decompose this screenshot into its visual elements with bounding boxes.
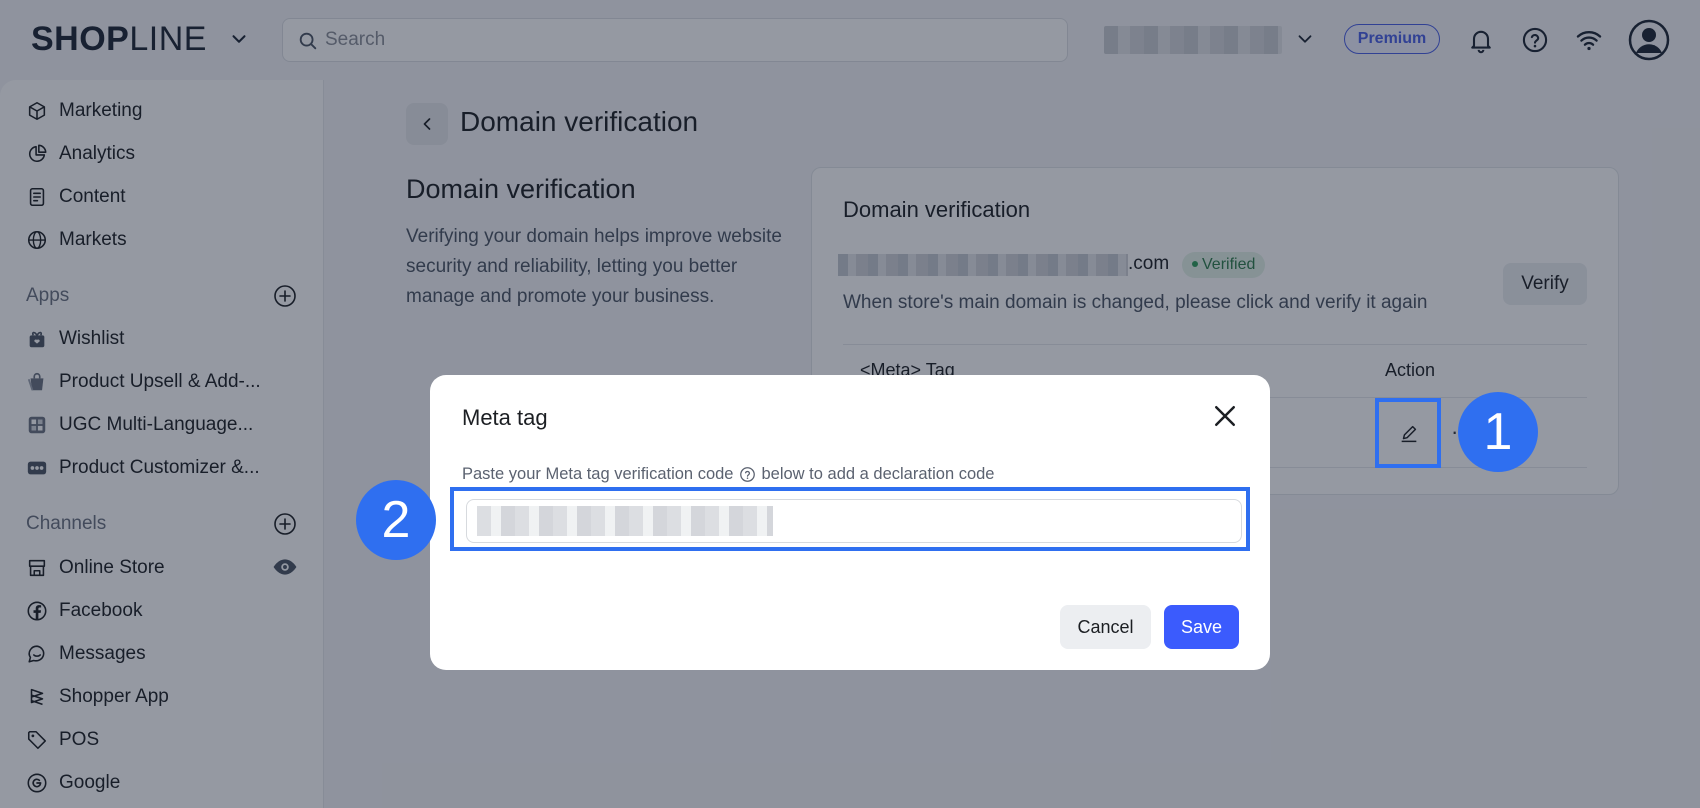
meta-code-redacted <box>477 506 773 536</box>
meta-tag-dialog: Meta tag Paste your Meta tag verificatio… <box>430 375 1270 670</box>
field-label: Paste your Meta tag verification code be… <box>462 465 995 483</box>
help-icon[interactable] <box>739 466 756 483</box>
close-icon[interactable] <box>1210 401 1240 431</box>
step-badge-2: 2 <box>356 480 436 560</box>
cancel-button[interactable]: Cancel <box>1060 605 1151 649</box>
meta-tag-input[interactable] <box>466 499 1242 543</box>
dialog-title: Meta tag <box>462 405 548 430</box>
meta-tag-input-highlight <box>450 487 1250 551</box>
save-button[interactable]: Save <box>1164 605 1239 649</box>
step-badge-1: 1 <box>1458 392 1538 472</box>
edit-button-highlight <box>1375 398 1441 468</box>
